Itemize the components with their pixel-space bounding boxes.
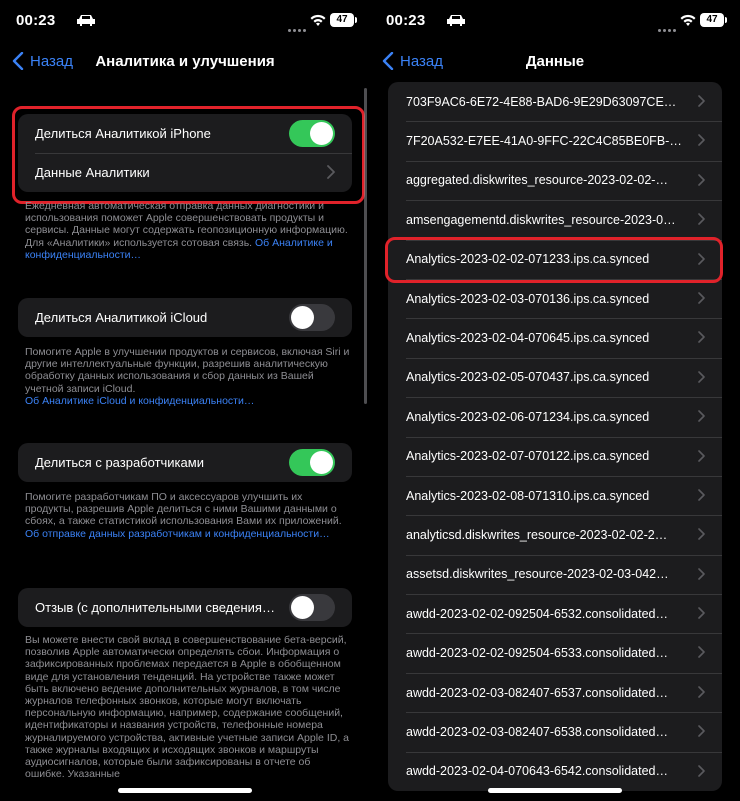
home-indicator[interactable] <box>488 788 622 793</box>
file-name: Analytics-2023-02-08-071310.ips.ca.synce… <box>406 488 650 503</box>
highlight-box <box>385 237 723 283</box>
status-time: 00:23 <box>16 12 56 29</box>
file-list-item[interactable]: Analytics-2023-02-06-071234.ips.ca.synce… <box>388 397 722 436</box>
file-name: Analytics-2023-02-04-070645.ips.ca.synce… <box>406 331 650 346</box>
file-list-item[interactable]: assetsd.diskwrites_resource-2023-02-03-0… <box>388 554 722 594</box>
file-name: assetsd.diskwrites_resource-2023-02-03-0… <box>406 567 669 582</box>
file-list-item[interactable]: amsengagementd.diskwrites_resource-2023-… <box>388 200 722 239</box>
signal-icon <box>658 19 678 37</box>
file-name: Analytics-2023-02-05-070437.ips.ca.synce… <box>406 370 650 385</box>
battery-icon: 47 <box>700 13 727 27</box>
status-bar: 00:23 47 <box>0 0 370 44</box>
car-icon <box>447 15 465 26</box>
chevron-right-icon <box>698 567 705 580</box>
chevron-right-icon <box>698 410 705 422</box>
developers-privacy-link[interactable]: Об отправке данных разработчикам и конфи… <box>25 528 330 540</box>
file-list: 703F9AC6-6E72-4E88-BAD6-9E29D63097CE… 7F2… <box>388 82 722 792</box>
file-list-item[interactable]: awdd-2023-02-03-082407-6537.consolidated… <box>388 672 722 712</box>
share-developers-label: Делиться с разработчиками <box>35 455 204 470</box>
highlight-box <box>12 106 365 204</box>
chevron-right-icon <box>698 449 705 462</box>
share-developers-row: Делиться с разработчиками <box>18 443 352 482</box>
file-name: analyticsd.diskwrites_resource-2023-02-0… <box>406 527 668 542</box>
chevron-right-icon <box>698 331 705 344</box>
home-indicator[interactable] <box>118 788 252 793</box>
battery-icon: 47 <box>330 13 357 27</box>
chevron-right-icon <box>698 686 705 698</box>
file-list-item[interactable]: Analytics-2023-02-07-070122.ips.ca.synce… <box>388 436 722 476</box>
status-bar: 00:23 47 <box>370 0 740 44</box>
file-name: Analytics-2023-02-03-070136.ips.ca.synce… <box>406 291 650 306</box>
feedback-footer: Вы можете внести свой вклад в совершенст… <box>25 634 351 780</box>
left-screen: 00:23 47 Назад Аналитика и улучшения Дел… <box>0 0 370 801</box>
icloud-footer: Помогите Apple в улучшении продуктов и с… <box>25 346 351 407</box>
chevron-right-icon <box>698 292 705 304</box>
feedback-label: Отзыв (с дополнительными сведения… <box>35 600 275 615</box>
feedback-group: Отзыв (с дополнительными сведения… <box>18 588 352 627</box>
share-developers-toggle[interactable] <box>289 449 335 476</box>
file-name: awdd-2023-02-03-082407-6537.consolidated… <box>406 685 668 700</box>
nav-bar: Назад Данные <box>370 44 740 84</box>
status-time: 00:23 <box>386 12 426 29</box>
feedback-toggle[interactable] <box>289 594 335 621</box>
file-list-item[interactable]: Analytics-2023-02-08-071310.ips.ca.synce… <box>388 475 722 515</box>
file-name: amsengagementd.diskwrites_resource-2023-… <box>406 212 676 227</box>
file-name: Analytics-2023-02-07-070122.ips.ca.synce… <box>406 449 650 464</box>
developers-footer-text: Помогите разработчикам ПО и аксессуаров … <box>25 491 342 528</box>
chevron-right-icon <box>698 764 705 777</box>
file-list-item[interactable]: awdd-2023-02-02-092504-6532.consolidated… <box>388 594 722 633</box>
file-list-item[interactable]: Analytics-2023-02-03-070136.ips.ca.synce… <box>388 278 722 318</box>
file-list-item[interactable]: awdd-2023-02-03-082407-6538.consolidated… <box>388 712 722 751</box>
share-icloud-analytics-row: Делиться Аналитикой iCloud <box>18 298 352 337</box>
scrollbar[interactable] <box>364 88 367 404</box>
file-name: Analytics-2023-02-06-071234.ips.ca.synce… <box>406 409 650 424</box>
file-name: 7F20A532-E7EE-41A0-9FFC-22C4C85BE0FB-… <box>406 134 682 149</box>
wifi-icon <box>680 14 696 26</box>
file-list-item[interactable]: Analytics-2023-02-04-070645.ips.ca.synce… <box>388 318 722 357</box>
icloud-footer-text: Помогите Apple в улучшении продуктов и с… <box>25 346 350 395</box>
chevron-right-icon <box>698 646 705 659</box>
file-list-item[interactable]: Analytics-2023-02-05-070437.ips.ca.synce… <box>388 357 722 397</box>
wifi-icon <box>310 14 326 26</box>
feedback-footer-text: Вы можете внести свой вклад в совершенст… <box>25 634 349 781</box>
chevron-right-icon <box>698 725 705 738</box>
file-list-item[interactable]: awdd-2023-02-02-092504-6533.consolidated… <box>388 633 722 672</box>
chevron-right-icon <box>698 607 705 619</box>
file-name: awdd-2023-02-04-070643-6542.consolidated… <box>406 764 668 779</box>
page-title: Данные <box>525 53 585 70</box>
share-icloud-analytics-label: Делиться Аналитикой iCloud <box>35 310 208 325</box>
file-name: awdd-2023-02-02-092504-6532.consolidated… <box>406 606 668 621</box>
file-list-item[interactable]: aggregated.diskwrites_resource-2023-02-0… <box>388 160 722 200</box>
file-list-item[interactable]: 703F9AC6-6E72-4E88-BAD6-9E29D63097CE… <box>388 82 722 121</box>
file-name: awdd-2023-02-03-082407-6538.consolidated… <box>406 724 668 739</box>
icloud-privacy-link[interactable]: Об Аналитике iCloud и конфиденциальности… <box>25 395 254 407</box>
analytics-footer: Ежедневная автоматическая отправка данны… <box>25 200 351 261</box>
feedback-row: Отзыв (с дополнительными сведения… <box>18 588 352 627</box>
chevron-right-icon <box>698 528 705 541</box>
developers-group: Делиться с разработчиками <box>18 443 352 482</box>
file-list-item[interactable]: awdd-2023-02-04-070643-6542.consolidated… <box>388 751 722 791</box>
chevron-right-icon <box>698 95 705 107</box>
chevron-right-icon <box>698 134 705 147</box>
file-name: aggregated.diskwrites_resource-2023-02-0… <box>406 173 668 188</box>
nav-bar: Назад Аналитика и улучшения <box>0 44 370 84</box>
chevron-right-icon <box>698 370 705 383</box>
share-icloud-analytics-toggle[interactable] <box>289 304 335 331</box>
car-icon <box>77 15 95 26</box>
file-list-item[interactable]: 7F20A532-E7EE-41A0-9FFC-22C4C85BE0FB-… <box>388 121 722 160</box>
signal-icon <box>288 19 308 37</box>
icloud-group: Делиться Аналитикой iCloud <box>18 298 352 337</box>
page-title: Аналитика и улучшения <box>95 53 275 70</box>
file-name: 703F9AC6-6E72-4E88-BAD6-9E29D63097CE… <box>406 94 677 109</box>
file-list-item[interactable]: analyticsd.diskwrites_resource-2023-02-0… <box>388 515 722 554</box>
chevron-right-icon <box>698 489 705 501</box>
chevron-right-icon <box>698 173 705 186</box>
developers-footer: Помогите разработчикам ПО и аксессуаров … <box>25 491 351 540</box>
chevron-right-icon <box>698 213 705 225</box>
file-name: awdd-2023-02-02-092504-6533.consolidated… <box>406 646 668 661</box>
